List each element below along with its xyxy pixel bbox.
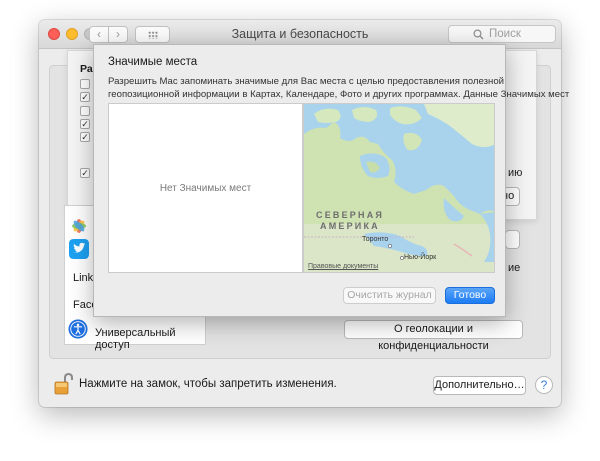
checkbox[interactable]: ✓ <box>80 92 90 102</box>
checkbox[interactable] <box>80 79 90 89</box>
accessibility-icon <box>68 319 88 339</box>
checkbox[interactable]: ✓ <box>80 132 90 142</box>
sheet-description: Разрешить Mac запоминать значимые для Ва… <box>108 75 570 101</box>
advanced-button[interactable]: Дополнительно… <box>433 376 526 395</box>
geolocation-privacy-button[interactable]: О геолокации и конфиденциальности <box>344 320 523 352</box>
map-region-label-line: АМЕРИКА <box>320 221 380 231</box>
twitter-icon <box>69 239 89 259</box>
accessibility-label: Универсальный доступ <box>95 327 176 351</box>
map-region-label-line: СЕВЕРНАЯ <box>316 210 385 220</box>
search-field[interactable]: Поиск <box>448 25 556 43</box>
right-text-fragment: ие <box>508 262 521 274</box>
sheet-description-line: Разрешить Mac запоминать значимые для Ва… <box>108 76 505 87</box>
map-view[interactable]: СЕВЕРНАЯ АМЕРИКА Торонто Нью-Йорк Правов… <box>303 103 495 273</box>
significant-locations-sheet: Значимые места Разрешить Mac запоминать … <box>93 44 570 317</box>
checkbox[interactable]: ✓ <box>80 168 90 178</box>
checkbox[interactable]: ✓ <box>80 119 90 129</box>
sheet-title: Значимые места <box>108 56 198 68</box>
legal-link[interactable]: Правовые документы <box>308 263 378 270</box>
clear-history-button[interactable]: Очистить журнал <box>343 287 436 304</box>
done-button[interactable]: Готово <box>445 287 495 304</box>
search-placeholder: Поиск <box>489 28 521 40</box>
right-text-fragment: ию <box>508 167 523 179</box>
city-label-newyork: Нью-Йорк <box>404 254 437 261</box>
help-button[interactable]: ? <box>535 376 553 394</box>
lock-text: Нажмите на замок, чтобы запретить измене… <box>79 378 337 390</box>
city-label-toronto: Торонто <box>362 236 389 243</box>
search-icon <box>473 29 484 40</box>
checkbox[interactable] <box>80 106 90 116</box>
map-region-label: СЕВЕРНАЯ АМЕРИКА <box>316 210 384 232</box>
north-america-map <box>304 104 494 272</box>
sheet-description-line: геопозиционной информации в Картах, Кале… <box>108 89 570 100</box>
empty-locations-text: Нет Значимых мест <box>159 183 252 194</box>
photos-icon <box>72 219 86 233</box>
locations-list[interactable]: Нет Значимых мест <box>108 103 303 273</box>
lock-open-icon[interactable] <box>53 372 73 396</box>
right-control-fragment[interactable] <box>505 230 520 249</box>
